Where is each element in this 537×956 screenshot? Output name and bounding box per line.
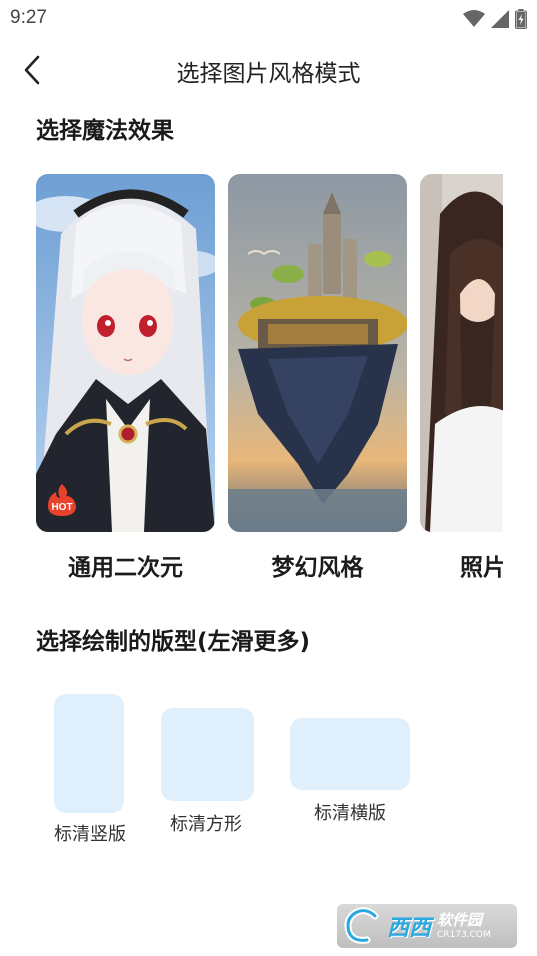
- signal-icon: [491, 10, 509, 28]
- layout-preview-portrait: [54, 694, 124, 813]
- effects-carousel[interactable]: HOT 通用二次元 梦幻风格 照片: [0, 174, 503, 594]
- cr-logo-icon: [344, 907, 379, 944]
- effect-label-fantasy: 梦幻风格: [271, 555, 364, 581]
- effect-card-anime[interactable]: HOT 通用二次元: [36, 174, 215, 581]
- battery-icon: [515, 9, 527, 29]
- photo-style-image: [420, 174, 503, 532]
- layouts-section-title: 选择绘制的版型(左滑更多): [36, 629, 311, 655]
- layout-preview-square: [161, 708, 254, 801]
- layout-option-square[interactable]: 标清方形: [160, 708, 256, 835]
- effects-section-title: 选择魔法效果: [36, 118, 174, 144]
- watermark-brand: 西西: [387, 916, 432, 941]
- watermark-domain: CR173.COM: [437, 929, 491, 940]
- layout-label-portrait: 标清竖版: [54, 824, 126, 845]
- app-bar: 选择图片风格模式: [0, 40, 537, 98]
- status-icons: [463, 8, 527, 30]
- effect-label-anime: 通用二次元: [68, 555, 183, 581]
- site-watermark-logo: 西西 软件园 CR173.COM: [337, 904, 517, 948]
- watermark-sub-title: 软件园: [437, 910, 483, 929]
- effect-card-photo[interactable]: 照片: [420, 174, 503, 581]
- page-title: 选择图片风格模式: [176, 61, 361, 87]
- layout-preview-landscape: [290, 718, 410, 790]
- status-time: 9:27: [10, 7, 47, 28]
- wifi-icon: [463, 10, 485, 27]
- effect-label-photo: 照片: [460, 555, 503, 581]
- anime-style-image: HOT: [36, 174, 215, 532]
- hot-badge-icon: HOT: [48, 484, 76, 516]
- status-bar: 9:27: [0, 0, 537, 38]
- fantasy-style-image: [228, 174, 407, 532]
- effect-card-fantasy[interactable]: 梦幻风格: [228, 174, 407, 581]
- layout-option-landscape[interactable]: 标清横版: [289, 718, 411, 824]
- hot-badge-text: HOT: [51, 502, 72, 513]
- layout-label-landscape: 标清横版: [314, 803, 386, 824]
- layout-option-portrait[interactable]: 标清竖版: [50, 694, 130, 846]
- layout-label-square: 标清方形: [170, 814, 242, 835]
